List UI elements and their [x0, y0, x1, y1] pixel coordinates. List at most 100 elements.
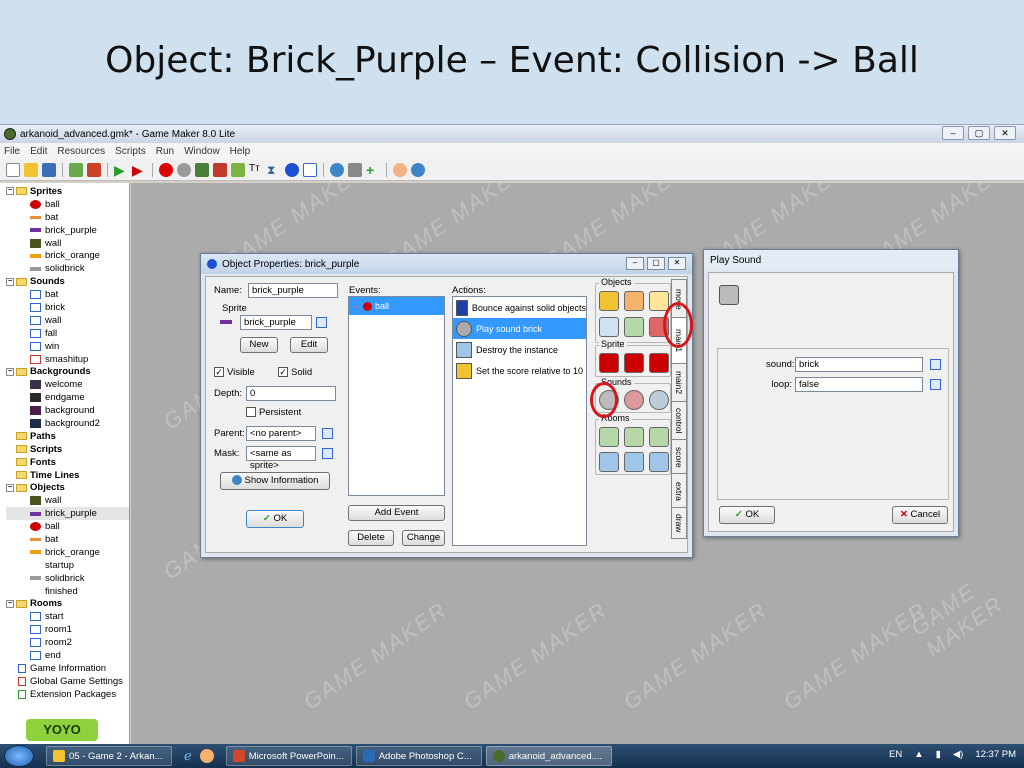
parent-select-icon[interactable]	[322, 428, 333, 439]
tree-folder-fonts[interactable]: Fonts	[6, 456, 129, 469]
tree-item[interactable]: brick_orange	[6, 546, 129, 559]
check-sound-icon[interactable]	[649, 390, 669, 410]
tree-item[interactable]: solidbrick	[6, 262, 129, 275]
mode-icon[interactable]	[393, 162, 407, 177]
taskbar-item[interactable]: arkanoid_advanced....	[485, 746, 612, 766]
menu-help[interactable]: Help	[230, 146, 251, 157]
delete-event-button[interactable]: Delete	[348, 530, 394, 546]
previous-room-icon[interactable]	[599, 427, 619, 447]
sound-select-icon[interactable]	[930, 359, 941, 370]
tree-item[interactable]: bat	[6, 211, 129, 224]
tree-item[interactable]: background	[6, 404, 129, 417]
tab-draw[interactable]: draw	[671, 507, 687, 539]
tree-game-information[interactable]: Game Information	[6, 662, 129, 675]
tree-folder-sounds[interactable]: − Sounds	[6, 275, 129, 288]
tree-folder-rooms[interactable]: − Rooms	[6, 598, 129, 611]
tree-item[interactable]: wall	[6, 237, 129, 250]
tab-main2[interactable]: main2	[671, 363, 687, 403]
taskbar-item[interactable]: 05 - Game 2 - Arkan...	[46, 746, 172, 766]
menu-scripts[interactable]: Scripts	[115, 146, 146, 157]
start-button[interactable]	[4, 745, 34, 767]
tree-item[interactable]: endgame	[6, 391, 129, 404]
tree-folder-objects[interactable]: − Objects	[6, 481, 129, 494]
tree-item[interactable]: finished	[6, 585, 129, 598]
action-row[interactable]: Set the score relative to 10	[453, 360, 586, 381]
transform-sprite-icon[interactable]	[624, 353, 644, 373]
tree-item[interactable]: wall	[6, 494, 129, 507]
clock[interactable]: 12:37 PM	[975, 749, 1016, 760]
play-sound-ok-button[interactable]: ✓ OK	[719, 506, 775, 524]
menu-resources[interactable]: Resources	[57, 146, 105, 157]
edit-sprite-button[interactable]: Edit	[290, 337, 328, 353]
sound-field[interactable]: brick	[795, 357, 923, 372]
tree-folder-backgrounds[interactable]: − Backgrounds	[6, 365, 129, 378]
tree-item[interactable]: brick	[6, 301, 129, 314]
dialog-close-button[interactable]: ✕	[668, 257, 686, 270]
tree-item[interactable]: end	[6, 649, 129, 662]
add-room-icon[interactable]	[303, 162, 317, 177]
add-path-icon[interactable]	[213, 162, 227, 177]
tree-item[interactable]: brick_orange	[6, 249, 129, 262]
publish-icon[interactable]	[87, 162, 101, 177]
maximize-button[interactable]: ▢	[968, 126, 990, 140]
parent-field[interactable]: <no parent>	[246, 426, 316, 441]
tree-global-settings[interactable]: Global Game Settings	[6, 675, 129, 688]
depth-field[interactable]: 0	[246, 386, 336, 401]
sprite-field[interactable]: brick_purple	[240, 315, 312, 330]
mask-field[interactable]: <same as sprite>	[246, 446, 316, 471]
taskbar-item[interactable]: Adobe Photoshop C...	[355, 746, 482, 766]
solid-checkbox[interactable]: ✓ Solid	[278, 367, 312, 378]
action-row[interactable]: Bounce against solid objects	[453, 297, 586, 318]
taskbar-item[interactable]: Microsoft PowerPoin...	[225, 746, 352, 766]
new-file-icon[interactable]	[6, 162, 20, 177]
tree-folder-sprites[interactable]: − Sprites	[6, 185, 129, 198]
loop-field[interactable]: false	[795, 377, 923, 392]
tree-item[interactable]: background2	[6, 417, 129, 430]
menu-window[interactable]: Window	[184, 146, 220, 157]
name-field[interactable]: brick_purple	[248, 283, 338, 298]
action-row[interactable]: Destroy the instance	[453, 339, 586, 360]
close-window-button[interactable]: ✕	[994, 126, 1016, 140]
tree-item[interactable]: solidbrick	[6, 572, 129, 585]
tree-item[interactable]: room1	[6, 623, 129, 636]
tree-item[interactable]: brick_purple	[6, 507, 129, 521]
tree-item[interactable]: ball	[6, 198, 129, 211]
tree-folder-timelines[interactable]: Time Lines	[6, 469, 129, 482]
game-information-icon[interactable]	[330, 162, 344, 177]
global-settings-icon[interactable]	[348, 162, 362, 177]
tab-extra[interactable]: extra	[671, 473, 687, 509]
persistent-checkbox[interactable]: Persistent	[246, 407, 301, 418]
dialog-maximize-button[interactable]: ▢	[647, 257, 665, 270]
add-sprite-icon[interactable]	[159, 162, 173, 177]
open-folder-icon[interactable]	[24, 162, 38, 177]
add-timeline-icon[interactable]: ⧗	[267, 163, 281, 177]
stop-sound-icon[interactable]	[624, 390, 644, 410]
add-event-button[interactable]: Add Event	[348, 505, 445, 521]
sprite-select-icon[interactable]	[316, 317, 327, 328]
tree-item[interactable]: win	[6, 340, 129, 353]
tree-item[interactable]: bat	[6, 533, 129, 546]
change-sprite-icon[interactable]	[599, 353, 619, 373]
tree-item[interactable]: bat	[6, 288, 129, 301]
add-sound-icon[interactable]	[177, 162, 191, 177]
events-list[interactable]: ⇔ ball	[348, 296, 445, 496]
change-instance-icon[interactable]	[599, 317, 619, 337]
minimize-button[interactable]: –	[942, 126, 964, 140]
volume-icon[interactable]: ◀)	[953, 749, 963, 760]
tree-item[interactable]: start	[6, 610, 129, 623]
menu-file[interactable]: File	[4, 146, 20, 157]
mask-select-icon[interactable]	[322, 448, 333, 459]
create-instance-icon[interactable]	[599, 291, 619, 311]
tree-item[interactable]: fall	[6, 327, 129, 340]
next-room-icon[interactable]	[624, 427, 644, 447]
new-sprite-button[interactable]: New	[240, 337, 278, 353]
menu-run[interactable]: Run	[156, 146, 174, 157]
tree-folder-scripts[interactable]: Scripts	[6, 443, 129, 456]
tree-item[interactable]: wall	[6, 314, 129, 327]
run-game-icon[interactable]: ▶	[114, 163, 128, 177]
menu-edit[interactable]: Edit	[30, 146, 47, 157]
browser-icon[interactable]	[199, 749, 214, 763]
different-room-icon[interactable]	[599, 452, 619, 472]
add-font-icon[interactable]: Tт	[249, 163, 263, 177]
add-background-icon[interactable]	[195, 162, 209, 177]
